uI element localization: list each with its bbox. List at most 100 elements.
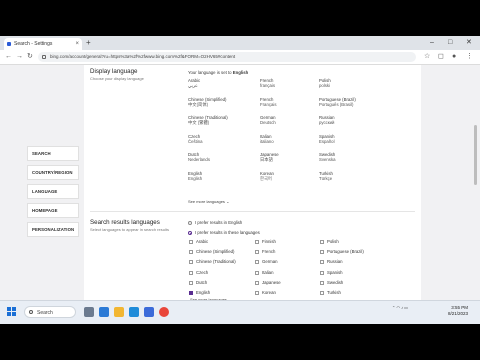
checkbox-icon — [189, 260, 193, 265]
display-language-option[interactable]: Czech Čeština — [188, 134, 203, 144]
search-language-checkbox[interactable]: Swedish — [320, 280, 343, 286]
taskbar-clock[interactable]: 3:55 PM 8/21/2023 — [440, 305, 468, 317]
windows-start-icon[interactable] — [7, 307, 17, 317]
display-language-option[interactable]: Arabic عربي — [188, 78, 200, 88]
current-language-value: English — [232, 70, 249, 75]
tab-title: Search - Settings — [14, 41, 53, 47]
display-language-option[interactable]: Spanish Español — [319, 134, 335, 144]
nav-language[interactable]: LANGUAGE — [27, 184, 79, 199]
radio-prefer-these[interactable]: I prefer results in these languages — [188, 230, 260, 236]
search-language-checkbox[interactable]: French — [255, 249, 275, 255]
search-language-checkbox[interactable]: Spanish — [320, 270, 343, 276]
display-language-option[interactable]: Italian italiano — [260, 134, 274, 144]
display-language-option[interactable]: German Deutsch — [260, 115, 276, 125]
display-language-option[interactable]: Chinese (Simplified) 中文(简体) — [188, 97, 226, 107]
language-name: Spanish — [319, 133, 335, 139]
search-language-checkbox[interactable]: Russian — [320, 259, 343, 265]
search-language-checkbox[interactable]: English — [189, 290, 211, 296]
display-language-option[interactable]: Russian русский — [319, 115, 335, 125]
extensions-icon[interactable]: ◻ — [438, 51, 444, 63]
search-language-checkbox[interactable]: Korean — [255, 290, 276, 296]
browser-tab[interactable]: Search - Settings × — [4, 38, 82, 50]
star-icon[interactable]: ☆ — [424, 51, 430, 63]
chrome-icon[interactable] — [159, 307, 169, 317]
radio-prefer-english-label: I prefer results in English — [195, 220, 243, 225]
profile-icon[interactable]: ● — [452, 51, 456, 63]
display-language-option[interactable]: Swedish Svenska — [319, 152, 335, 162]
current-language-note: Your language is set to English — [188, 70, 248, 75]
language-native-name: français — [260, 83, 276, 88]
search-language-checkbox[interactable]: Finnish — [255, 239, 276, 245]
display-language-option[interactable]: English English — [188, 171, 202, 181]
nav-search[interactable]: SEARCH — [27, 146, 79, 161]
nav-country-region[interactable]: COUNTRY/REGION — [27, 165, 79, 180]
language-native-name: 中文 (繁體) — [188, 120, 210, 125]
display-language-option[interactable]: French français — [260, 78, 275, 88]
nav-homepage[interactable]: HOMEPAGE — [27, 203, 79, 218]
language-name: Czech — [188, 133, 201, 139]
radio-prefer-english[interactable]: I prefer results in English — [188, 220, 243, 226]
scrollbar-thumb[interactable] — [474, 125, 477, 185]
display-language-option[interactable]: French Français — [260, 97, 276, 107]
checkbox-icon — [255, 291, 259, 295]
checkbox-icon — [320, 260, 324, 265]
search-language-label: Portuguese (Brazil) — [327, 249, 364, 255]
taskbar-date: 8/21/2023 — [447, 311, 468, 316]
search-language-label: English — [196, 290, 211, 295]
display-language-option[interactable]: Portuguese (Brazil) Português (Brasil) — [319, 97, 356, 107]
search-language-checkbox[interactable]: Chinese (Traditional) — [189, 259, 236, 265]
display-language-option[interactable]: Dutch Nederlands — [188, 152, 210, 162]
display-see-more-link[interactable]: See more languages ⌄ — [188, 199, 229, 204]
checkbox-checked-icon — [189, 291, 193, 295]
search-language-checkbox[interactable]: Chinese (Simplified) — [189, 249, 234, 255]
display-language-option[interactable]: Japanese 日本語 — [260, 152, 279, 162]
taskbar-search[interactable]: Search — [24, 306, 76, 318]
search-language-checkbox[interactable]: Japanese — [255, 280, 281, 286]
search-language-checkbox[interactable]: Polish — [320, 239, 339, 245]
browser-menu-icon[interactable]: ⋮ — [466, 51, 473, 63]
close-window-icon[interactable]: ✕ — [466, 37, 472, 49]
checkbox-icon — [320, 240, 324, 244]
store-icon[interactable] — [144, 307, 154, 317]
display-language-option[interactable]: Chinese (Traditional) 中文 (繁體) — [188, 115, 228, 125]
display-language-description: Choose your display language — [90, 76, 144, 81]
search-language-checkbox[interactable]: Dutch — [189, 280, 207, 286]
search-language-checkbox[interactable]: Turkish — [320, 290, 341, 296]
display-language-option[interactable]: Polish polski — [319, 78, 331, 88]
language-name: French — [260, 96, 274, 102]
search-language-checkbox[interactable]: Czech — [189, 270, 208, 276]
new-tab-button[interactable]: + — [86, 38, 91, 48]
language-native-name: italiano — [260, 138, 274, 144]
task-view-icon[interactable] — [84, 307, 94, 317]
language-native-name: Nederlands — [188, 157, 210, 162]
checkbox-icon — [255, 280, 259, 285]
search-language-checkbox[interactable]: Arabic — [189, 239, 208, 245]
checkbox-icon — [255, 240, 259, 244]
maximize-icon[interactable]: □ — [448, 37, 452, 49]
file-explorer-icon[interactable] — [114, 307, 124, 317]
language-name: Turkish — [319, 170, 333, 176]
search-language-checkbox[interactable]: Portuguese (Brazil) — [320, 249, 364, 255]
search-results-languages-description: Select languages to appear in search res… — [90, 227, 169, 232]
minimize-icon[interactable]: – — [430, 37, 434, 49]
search-language-checkbox[interactable]: Italian — [255, 270, 273, 276]
search-language-label: Korean — [262, 290, 276, 295]
display-language-option[interactable]: Turkish Türkçe — [319, 171, 333, 181]
url-input[interactable]: bing.com/account/general?ru=https%3a%2f%… — [38, 52, 416, 62]
checkbox-icon — [320, 291, 324, 295]
back-icon[interactable]: ← — [5, 51, 12, 63]
widgets-icon[interactable] — [99, 307, 109, 317]
tab-close-icon[interactable]: × — [75, 38, 79, 50]
display-language-option[interactable]: Korean 한국어 — [260, 171, 274, 181]
language-native-name: Deutsch — [260, 120, 276, 125]
radio-circle-icon — [188, 221, 192, 225]
nav-personalization[interactable]: PERSONALIZATION — [27, 222, 79, 237]
search-language-checkbox[interactable]: German — [255, 259, 278, 265]
page-scrollbar[interactable] — [472, 65, 480, 313]
search-language-label: Turkish — [327, 290, 341, 295]
display-see-more-label: See more languages — [188, 199, 225, 204]
forward-icon[interactable]: → — [16, 51, 23, 63]
system-tray[interactable]: ⌃ ◠ ♪ ▭ — [392, 305, 408, 310]
reload-icon[interactable]: ↻ — [27, 51, 33, 63]
edge-icon[interactable] — [129, 307, 139, 317]
